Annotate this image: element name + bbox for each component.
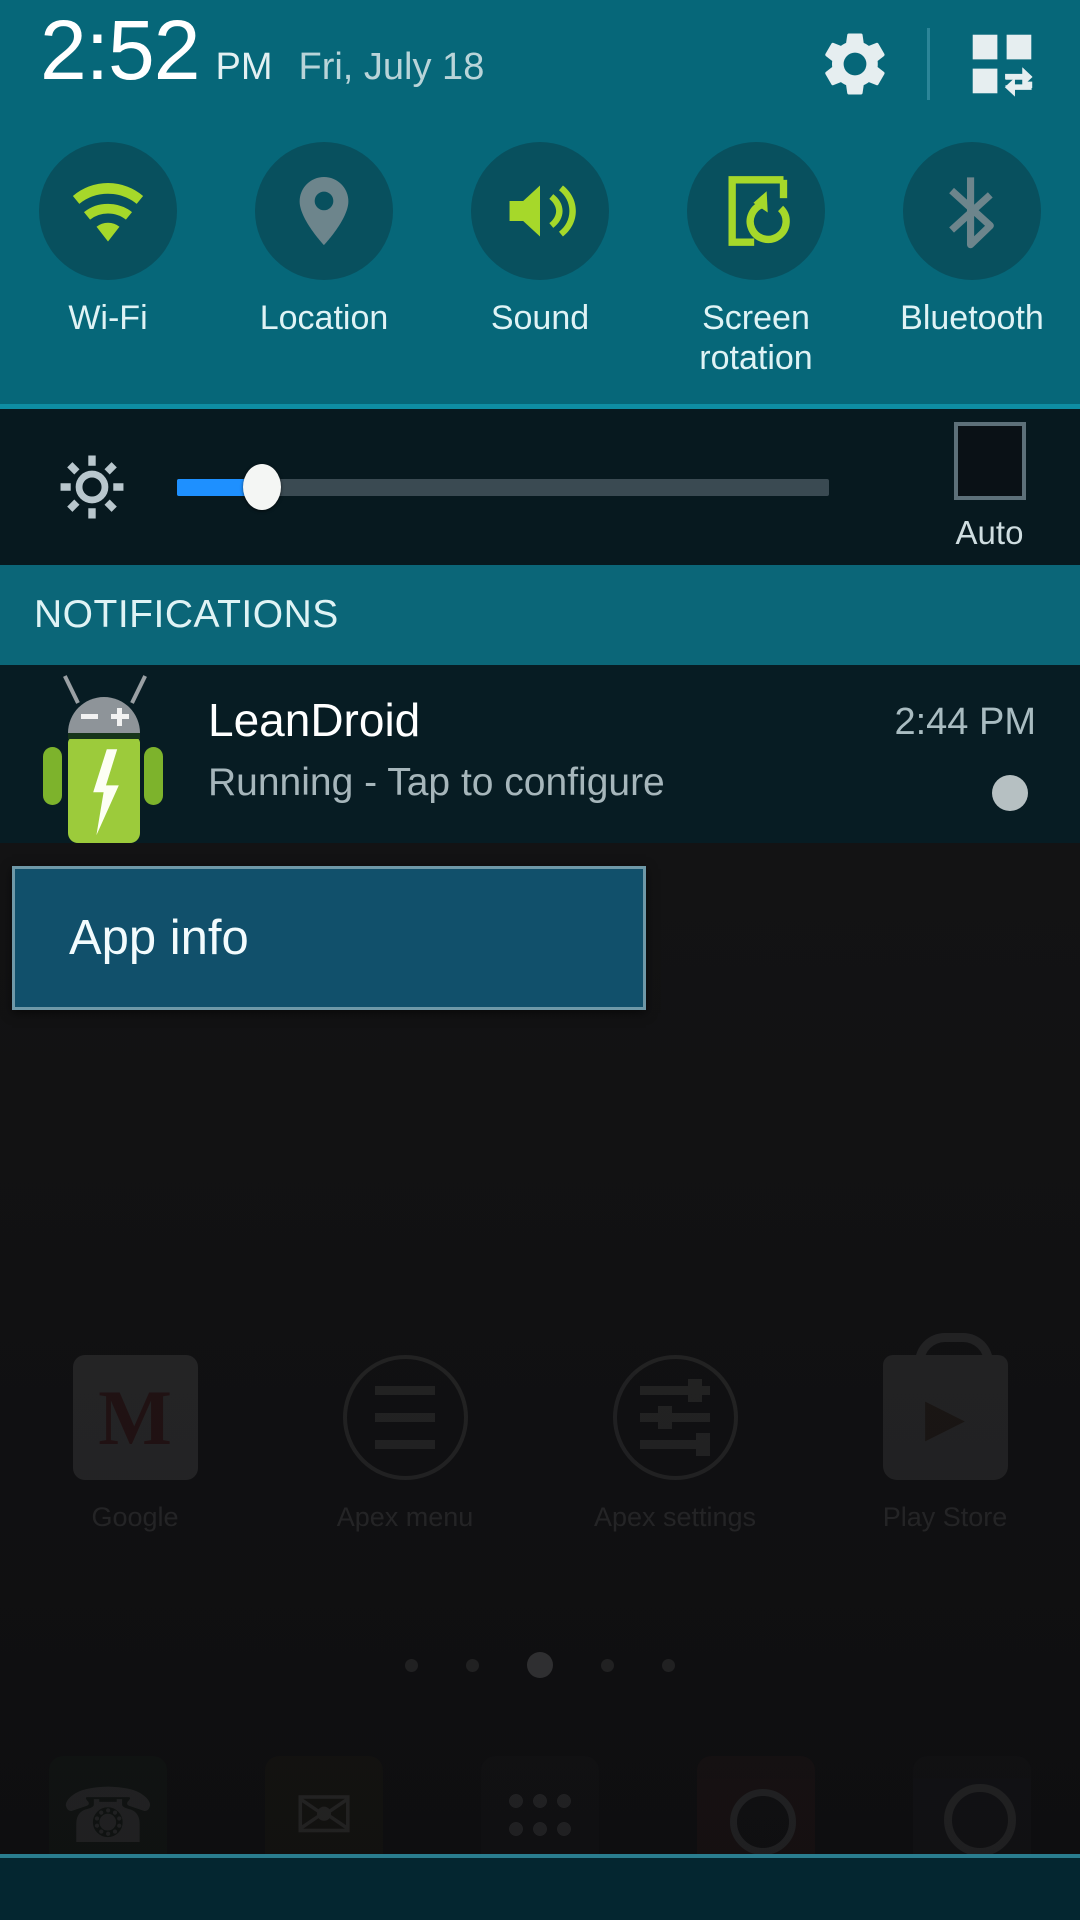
robot-arm-right <box>144 747 163 806</box>
page-dot[interactable] <box>601 1658 614 1672</box>
clock-ampm: PM <box>215 46 273 88</box>
page-dot[interactable] <box>466 1658 479 1672</box>
toggle-sound-label: Sound <box>490 299 590 337</box>
wifi-icon <box>72 183 144 242</box>
home-app-apex-menu[interactable]: Apex menu <box>270 1355 540 1605</box>
home-app-play-store[interactable]: Play Store <box>810 1333 1080 1605</box>
apex-settings-icon <box>612 1355 738 1480</box>
settings-button[interactable] <box>809 18 901 110</box>
home-app-label: Apex settings <box>593 1502 757 1532</box>
location-pin-icon <box>299 176 349 246</box>
robot-neck <box>68 733 140 740</box>
page-dot-active[interactable] <box>527 1652 553 1678</box>
screen-rotation-icon <box>728 176 790 246</box>
google-gmail-icon <box>72 1355 198 1480</box>
bluetooth-icon <box>949 177 994 249</box>
notification-timestamp: 2:44 PM <box>894 701 1036 744</box>
toggle-sound-circle <box>471 142 609 280</box>
clock-date: Fri, July 18 <box>298 46 485 88</box>
status-bar-actions <box>809 0 1048 128</box>
battery-minus-terminal <box>81 714 98 720</box>
robot-head <box>68 697 140 736</box>
toggle-wifi[interactable]: Wi-Fi <box>0 142 216 378</box>
auto-brightness-control[interactable]: Auto <box>899 422 1080 552</box>
speaker-icon <box>509 185 576 237</box>
toggle-location[interactable]: Location <box>216 142 432 378</box>
toggle-bluetooth-circle <box>903 142 1041 280</box>
notification-shade-panel: 2:52 PM Fri, July 18 Wi-Fi Location Soun… <box>0 0 1080 844</box>
app-info-popup[interactable]: App info <box>12 866 646 1010</box>
robot-antenna-right <box>130 675 147 705</box>
app-info-label: App info <box>69 911 249 965</box>
gear-icon <box>825 33 885 95</box>
brightness-row: Auto <box>0 409 1080 566</box>
toggle-screen-rotation[interactable]: Screen rotation <box>648 142 864 378</box>
toggle-screen-rotation-label-line2: rotation <box>699 339 813 378</box>
toggle-bluetooth-label: Bluetooth <box>900 299 1044 337</box>
toggle-location-label: Location <box>259 299 389 337</box>
toggle-sound[interactable]: Sound <box>432 142 648 378</box>
toggle-wifi-circle <box>39 142 177 280</box>
status-bar-divider <box>927 28 930 100</box>
robot-antenna-left <box>63 675 80 705</box>
toggle-location-circle <box>255 142 393 280</box>
leandroid-robot-battery-icon <box>42 675 164 844</box>
brightness-gear-icon <box>60 455 124 519</box>
play-store-icon <box>882 1333 1008 1480</box>
notification-leandroid[interactable]: LeanDroid Running - Tap to configure 2:4… <box>0 665 1080 844</box>
brightness-thumb[interactable] <box>242 464 281 511</box>
page-indicator <box>0 1645 1080 1685</box>
notification-subtitle: Running - Tap to configure <box>208 761 665 805</box>
toggle-screen-rotation-label-line1: Screen <box>702 299 810 337</box>
toggle-screen-rotation-circle <box>687 142 825 280</box>
expand-dot-icon[interactable] <box>992 775 1028 812</box>
notification-text-block: LeanDroid Running - Tap to configure <box>208 693 665 805</box>
quick-settings-edit-icon <box>972 34 1033 97</box>
quick-settings-edit-button[interactable] <box>956 18 1048 110</box>
home-app-google[interactable]: Google <box>0 1355 270 1605</box>
auto-brightness-checkbox[interactable] <box>953 422 1026 501</box>
clock-time: 2:52 <box>40 3 200 97</box>
notifications-header-label: NOTIFICATIONS <box>34 593 339 637</box>
home-app-label: Google <box>91 1502 179 1532</box>
battery-plus-terminal <box>111 708 129 727</box>
notification-title: LeanDroid <box>208 694 421 747</box>
home-app-label: Play Store <box>882 1502 1008 1532</box>
home-app-label: Apex menu <box>336 1502 474 1532</box>
brightness-slider[interactable] <box>177 450 829 524</box>
brightness-track[interactable] <box>177 464 829 511</box>
home-app-row: Google Apex menu Apex settings Play Stor… <box>0 1333 1080 1605</box>
apex-menu-icon <box>342 1355 468 1480</box>
auto-brightness-label: Auto <box>955 514 1024 552</box>
page-dot[interactable] <box>662 1658 675 1672</box>
brightness-icon <box>55 450 129 524</box>
android-notification-shade-screen: Google Apex menu Apex settings Play Stor… <box>0 0 1080 1920</box>
toggle-screen-rotation-label: Screen rotation <box>699 298 812 378</box>
clock: 2:52 PM Fri, July 18 <box>40 8 484 92</box>
home-app-apex-settings[interactable]: Apex settings <box>540 1355 810 1605</box>
page-dot[interactable] <box>405 1658 418 1672</box>
toggle-bluetooth[interactable]: Bluetooth <box>864 142 1080 378</box>
robot-arm-left <box>43 747 62 806</box>
notifications-header: NOTIFICATIONS <box>0 565 1080 666</box>
bottom-navigation-bar <box>0 1854 1080 1920</box>
shade-status-bar: 2:52 PM Fri, July 18 <box>0 0 1080 128</box>
quick-settings-toggles: Wi-Fi Location Sound Screen rotation Blu… <box>0 128 1080 405</box>
toggle-wifi-label: Wi-Fi <box>68 299 148 337</box>
